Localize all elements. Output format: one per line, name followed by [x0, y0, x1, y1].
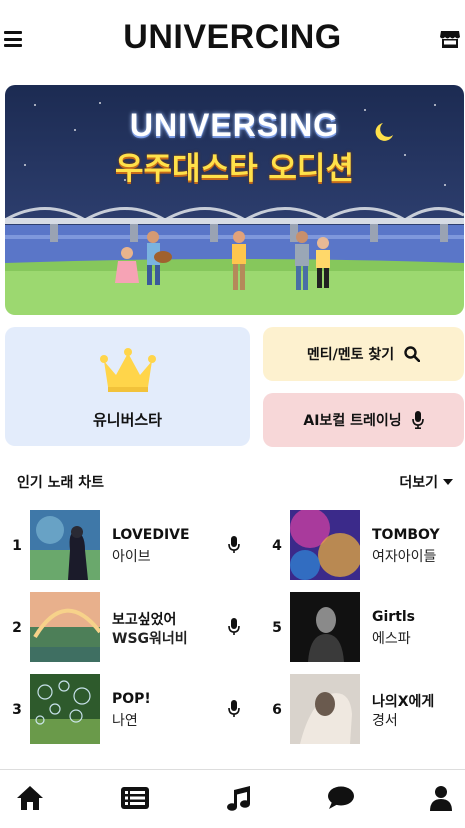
chart-heading: 인기 노래 차트 — [17, 475, 105, 491]
microphone-icon — [411, 411, 424, 429]
song-artist: 여자아이들 — [372, 549, 437, 565]
profile-icon[interactable] — [426, 784, 456, 812]
promo-banner[interactable]: UNIVERSING 우주대스타 오디션 — [5, 85, 464, 315]
song-rank: 4 — [272, 538, 282, 554]
song-title: POP! — [112, 691, 151, 707]
song-artist: 나연 — [112, 713, 138, 729]
song-artist: WSG워너비 — [112, 631, 188, 647]
song-title: 나의X에게 — [372, 694, 435, 710]
song-item[interactable]: 2 보고싶었어 WSG워너비 — [10, 592, 240, 664]
song-title: 보고싶었어 — [112, 612, 177, 628]
album-cover — [290, 674, 360, 744]
chat-icon[interactable] — [326, 784, 356, 812]
home-icon[interactable] — [15, 784, 45, 812]
banner-subtitle: 우주대스타 오디션 — [115, 151, 354, 187]
song-item[interactable]: 3 POP! 나연 — [10, 674, 240, 746]
microphone-icon[interactable] — [228, 536, 240, 554]
song-artist: 에스파 — [372, 631, 411, 647]
more-label: 더보기 — [399, 475, 438, 491]
album-cover — [30, 510, 100, 580]
album-cover — [290, 592, 360, 662]
list-icon[interactable] — [120, 784, 150, 812]
album-cover — [30, 592, 100, 662]
universtar-card[interactable]: 유니버스타 — [5, 327, 250, 446]
caret-down-icon — [443, 479, 453, 485]
banner-title: UNIVERSING — [129, 107, 340, 143]
album-cover — [290, 510, 360, 580]
more-button[interactable]: 더보기 — [399, 472, 453, 492]
song-item[interactable]: 4 TOMBOY 여자아이들 — [270, 510, 465, 582]
song-rank: 2 — [12, 620, 22, 636]
universtar-label: 유니버스타 — [92, 411, 162, 429]
app-header: UNIVERCING — [0, 0, 465, 80]
song-item[interactable]: 1 LOVEDIVE 아이브 — [10, 510, 240, 582]
search-icon — [404, 346, 421, 362]
music-icon[interactable] — [224, 784, 254, 812]
ai-vocal-training-label: AI보컬 트레이닝 — [303, 413, 402, 429]
find-mentor-label: 멘티/멘토 찾기 — [306, 347, 395, 363]
song-title: Girtls — [372, 609, 416, 625]
song-rank: 3 — [12, 702, 22, 718]
find-mentor-card[interactable]: 멘티/멘토 찾기 — [263, 327, 464, 381]
ai-vocal-training-card[interactable]: AI보컬 트레이닝 — [263, 393, 464, 447]
app-title: UNIVERCING — [123, 18, 342, 56]
store-icon[interactable] — [439, 28, 461, 50]
album-cover — [30, 674, 100, 744]
song-title: TOMBOY — [372, 527, 440, 543]
crown-icon — [100, 348, 156, 392]
microphone-icon[interactable] — [228, 700, 240, 718]
song-rank: 6 — [272, 702, 282, 718]
song-title: LOVEDIVE — [112, 527, 190, 543]
song-artist: 경서 — [372, 713, 398, 729]
microphone-icon[interactable] — [228, 618, 240, 636]
song-artist: 아이브 — [112, 549, 151, 565]
song-rank: 5 — [272, 620, 282, 636]
song-rank: 1 — [12, 538, 22, 554]
song-item[interactable]: 6 나의X에게 경서 — [270, 674, 465, 746]
song-item[interactable]: 5 Girtls 에스파 — [270, 592, 465, 664]
bottom-tab-bar — [0, 769, 465, 828]
